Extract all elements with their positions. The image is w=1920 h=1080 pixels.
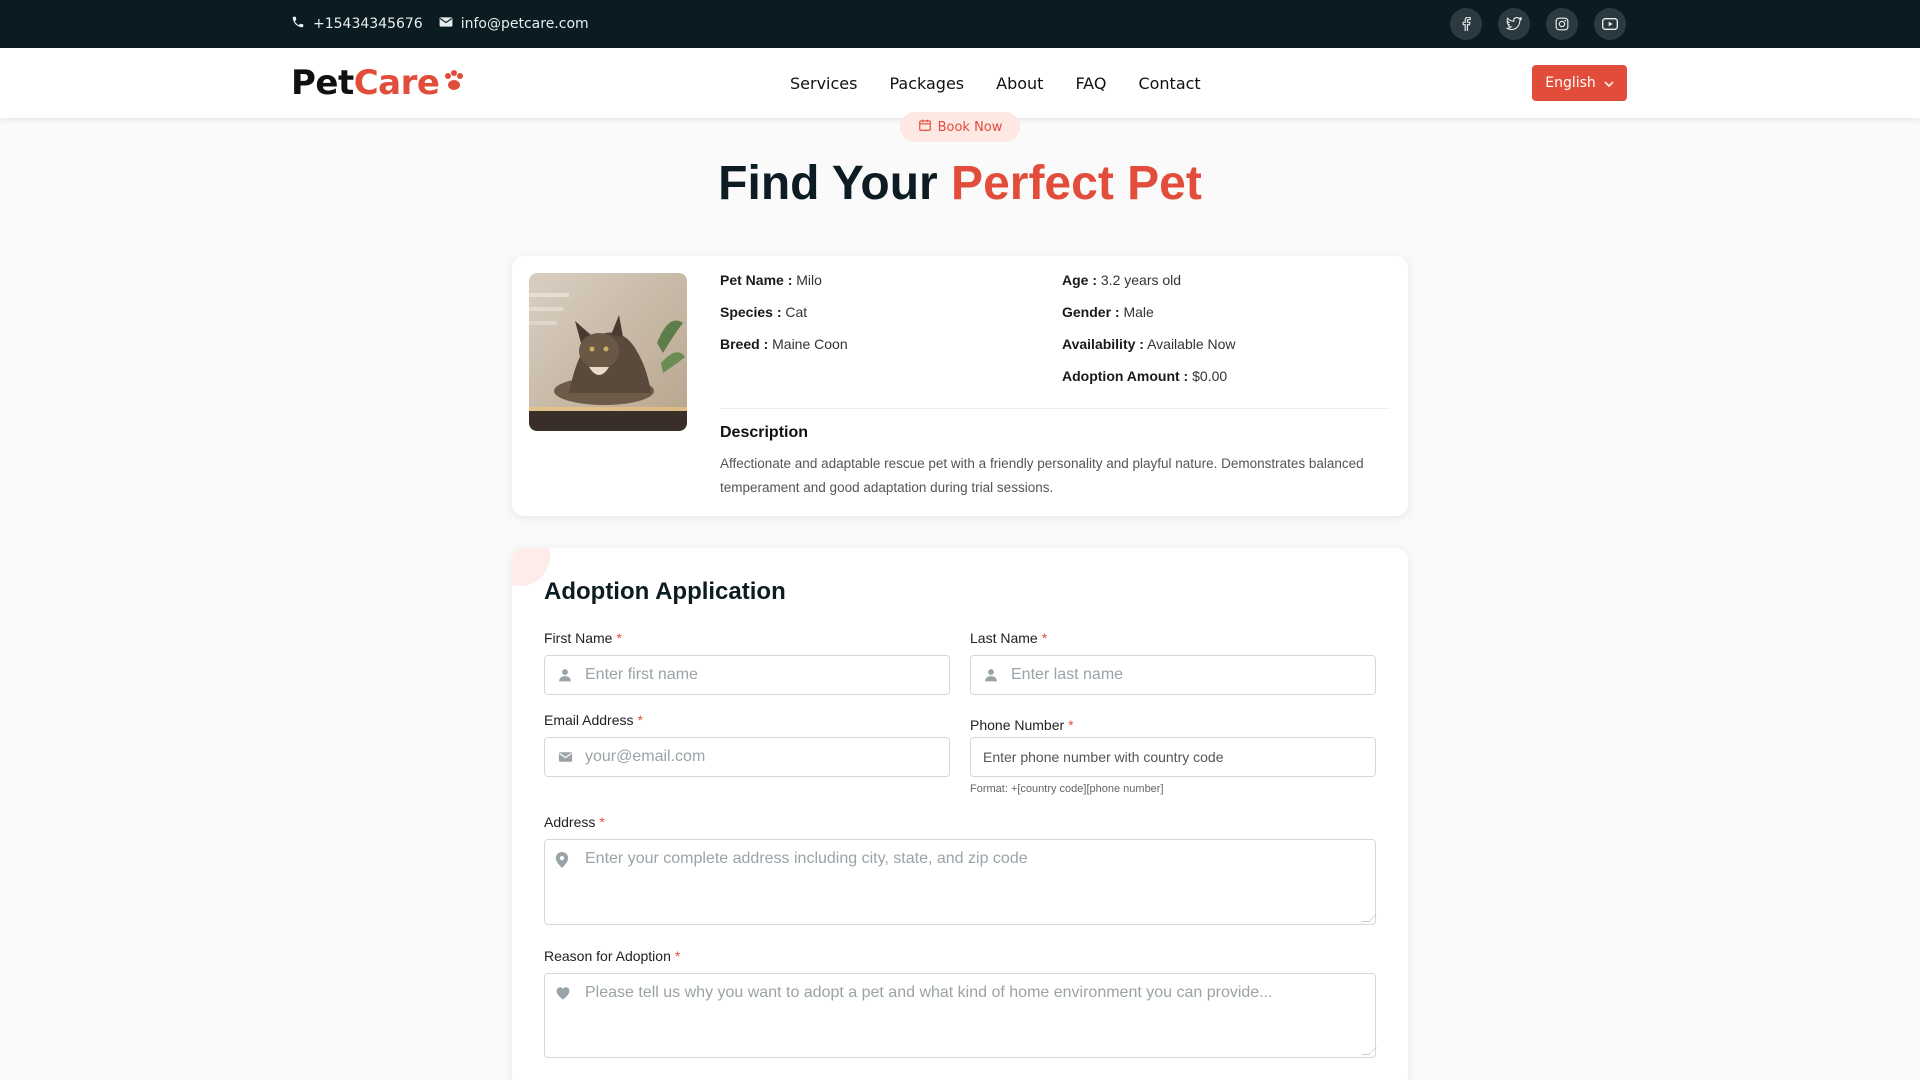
pet-photo [529, 273, 687, 431]
twitter-icon[interactable] [1498, 8, 1530, 40]
phone-input[interactable]: Enter phone number with country code [970, 737, 1376, 777]
pet-species-value: Cat [785, 304, 808, 320]
top-contact-bar: +15434345676 info@petcare.com [0, 0, 1920, 48]
pet-card-divider [720, 408, 1390, 409]
facebook-icon[interactable] [1450, 8, 1482, 40]
required-mark: * [616, 630, 622, 646]
last-name-label-text: Last Name [970, 630, 1038, 646]
phone-icon [291, 15, 305, 33]
resize-handle[interactable] [1361, 914, 1377, 922]
address-placeholder: Enter your complete address including ci… [585, 850, 1028, 867]
phone-placeholder: Enter phone number with country code [983, 749, 1224, 765]
user-icon [971, 668, 1011, 682]
pet-availability-field: Availability : Available Now [1062, 336, 1236, 352]
pet-species-field: Species : Cat [720, 304, 807, 320]
phone-label-text: Phone Number [970, 717, 1065, 733]
form-title: Adoption Application [544, 578, 786, 605]
reason-label: Reason for Adoption * [544, 948, 680, 964]
chevron-down-icon [1604, 75, 1614, 91]
first-name-placeholder: Enter first name [585, 666, 698, 683]
nav-menu: Services Packages About FAQ Contact [790, 48, 1201, 118]
required-mark: * [637, 712, 643, 728]
pet-age-field: Age : 3.2 years old [1062, 272, 1181, 288]
main-navigation: Pet Care Services Packages About FAQ Cont… [0, 48, 1920, 118]
last-name-placeholder: Enter last name [1011, 666, 1124, 683]
user-icon [545, 668, 585, 682]
phone-format-hint: Format: +[country code][phone number] [970, 783, 1164, 795]
language-selector[interactable]: English [1532, 65, 1627, 101]
pet-species-label: Species : [720, 304, 782, 320]
paw-icon [441, 63, 467, 103]
pet-age-value: 3.2 years old [1100, 272, 1182, 288]
first-name-input[interactable]: Enter first name [544, 655, 950, 695]
nav-item-about[interactable]: About [996, 74, 1043, 93]
nav-item-contact[interactable]: Contact [1138, 74, 1200, 93]
map-pin-icon [555, 852, 569, 873]
email-address: info@petcare.com [460, 16, 589, 32]
envelope-icon [545, 751, 585, 763]
pet-breed-label: Breed : [720, 336, 769, 352]
heart-icon [555, 986, 571, 1005]
required-mark: * [674, 948, 681, 964]
reason-placeholder: Please tell us why you want to adopt a p… [585, 984, 1273, 1001]
email-label-text: Email Address [544, 712, 634, 728]
youtube-icon[interactable] [1594, 8, 1626, 40]
pet-details-card: Pet Name : Milo Species : Cat Breed : Ma… [512, 256, 1408, 516]
address-label-text: Address [544, 814, 596, 830]
pet-adoption-amount-value: $0.00 [1192, 368, 1228, 384]
description-heading: Description [720, 424, 809, 441]
language-label: English [1545, 75, 1596, 91]
required-mark: * [1068, 717, 1074, 733]
required-mark: * [599, 814, 605, 830]
phone-number: +15434345676 [313, 16, 423, 32]
email-contact[interactable]: info@petcare.com [439, 16, 589, 32]
last-name-label: Last Name * [970, 630, 1047, 646]
nav-item-packages[interactable]: Packages [889, 74, 964, 93]
address-textarea[interactable]: Enter your complete address including ci… [544, 839, 1377, 925]
pet-availability-value: Available Now [1147, 336, 1236, 352]
email-placeholder: your@email.com [585, 748, 706, 765]
calendar-icon [918, 118, 932, 136]
book-now-label: Book Now [937, 119, 1003, 135]
email-input[interactable]: your@email.com [544, 737, 950, 777]
petcare-logo[interactable]: Pet Care [291, 60, 467, 106]
pet-gender-label: Gender : [1062, 304, 1120, 320]
title-part-1: Find Your [718, 157, 938, 210]
first-name-label-text: First Name [544, 630, 613, 646]
contact-info: +15434345676 info@petcare.com [291, 0, 589, 48]
reason-label-text: Reason for Adoption [544, 948, 671, 964]
pet-adoption-amount-label: Adoption Amount : [1062, 368, 1189, 384]
first-name-label: First Name * [544, 630, 622, 646]
pet-breed-field: Breed : Maine Coon [720, 336, 848, 352]
logo-text-care: Care [353, 63, 440, 103]
pet-name-field: Pet Name : Milo [720, 272, 822, 288]
book-now-badge[interactable]: Book Now [900, 112, 1020, 142]
adoption-application-form: Adoption Application First Name * Enter f… [512, 548, 1408, 1080]
pet-adoption-amount-field: Adoption Amount : $0.00 [1062, 368, 1227, 384]
description-text: Affectionate and adaptable rescue pet wi… [720, 456, 1364, 495]
envelope-icon [439, 16, 453, 32]
nav-item-services[interactable]: Services [790, 74, 857, 93]
pet-availability-label: Availability : [1062, 336, 1144, 352]
resize-handle[interactable] [1361, 1047, 1377, 1055]
nav-item-faq[interactable]: FAQ [1075, 74, 1106, 93]
reason-textarea[interactable]: Please tell us why you want to adopt a p… [544, 973, 1377, 1058]
pet-gender-field: Gender : Male [1062, 304, 1154, 320]
email-label: Email Address * [544, 712, 643, 728]
logo-text-pet: Pet [291, 63, 354, 103]
pet-age-label: Age : [1062, 272, 1097, 288]
required-mark: * [1041, 630, 1048, 646]
instagram-icon[interactable] [1546, 8, 1578, 40]
pet-name-label: Pet Name : [720, 272, 793, 288]
page-title: Find Your Perfect Pet [0, 156, 1920, 211]
phone-contact[interactable]: +15434345676 [291, 15, 423, 33]
title-part-2: Perfect Pet [951, 157, 1202, 210]
pet-gender-value: Male [1123, 304, 1154, 320]
address-label: Address * [544, 814, 605, 830]
last-name-input[interactable]: Enter last name [970, 655, 1376, 695]
pet-breed-value: Maine Coon [772, 336, 848, 352]
phone-label: Phone Number * [970, 717, 1074, 733]
social-links [1450, 8, 1626, 40]
pet-name-value: Milo [796, 272, 822, 288]
